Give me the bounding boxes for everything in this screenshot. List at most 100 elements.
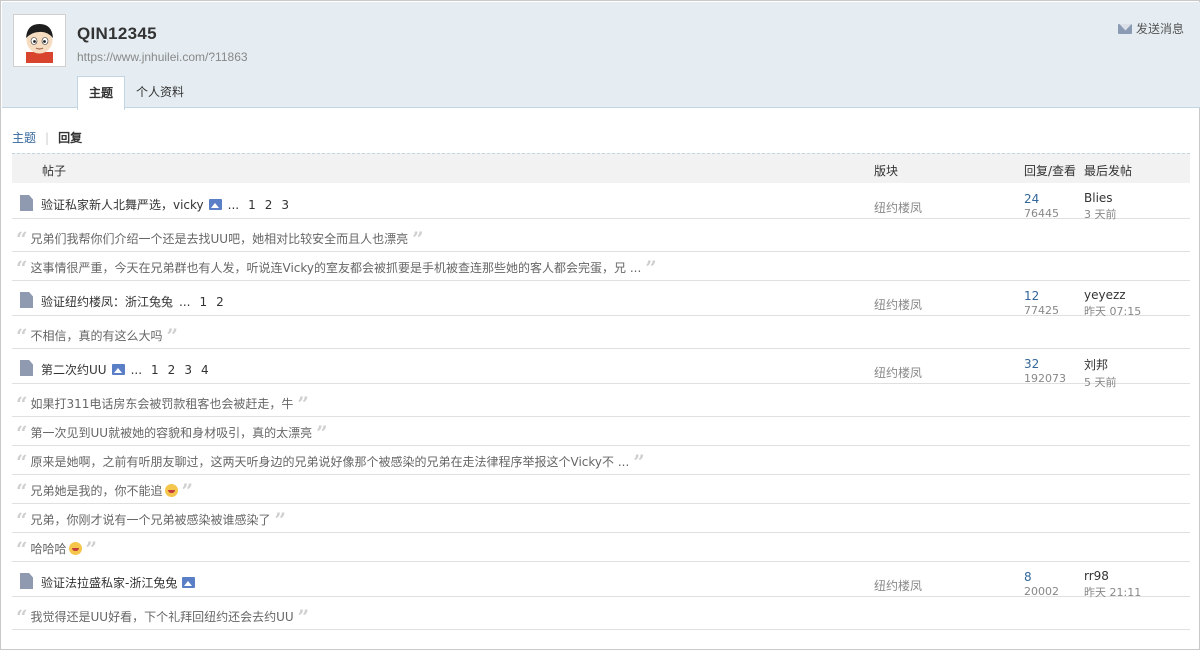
- reply-view-count: 12 77425: [1024, 289, 1059, 317]
- reply-quote-link[interactable]: “ 这事情很严重，今天在兄弟群也有人发，听说连Vicky的室友都会被抓要是手机被…: [16, 255, 657, 280]
- last-post-user[interactable]: Blies: [1084, 191, 1117, 205]
- tab-topics[interactable]: 主题: [77, 76, 126, 110]
- reply-row: “ 如果打311电话房东会被罚款租客也会被赶走，牛 ”: [12, 388, 1190, 417]
- quote-open-icon: “: [16, 420, 28, 445]
- quote-open-icon: “: [16, 226, 28, 251]
- quote-close-icon: ”: [316, 420, 328, 445]
- reply-row: “ 兄弟们我帮你们介绍一个还是去找UU吧，她相对比较安全而且人也漂亮 ”: [12, 223, 1190, 252]
- page-ellipsis: ...: [130, 362, 143, 377]
- laughing-emoji-icon: [68, 542, 82, 555]
- send-message-label: 发送消息: [1135, 22, 1184, 36]
- last-post-user[interactable]: rr98: [1084, 569, 1141, 583]
- page-link[interactable]: 3: [184, 363, 192, 377]
- reply-count[interactable]: 8: [1024, 570, 1059, 584]
- page-link[interactable]: 2: [168, 363, 176, 377]
- reply-count[interactable]: 32: [1024, 357, 1066, 371]
- quote-close-icon: ”: [297, 391, 309, 416]
- reply-row: “ 哈哈哈 ”: [12, 533, 1190, 562]
- thread-title-link[interactable]: 验证私家新人北舞严选，vicky: [41, 196, 204, 213]
- last-post-time: 3 天前: [1084, 208, 1117, 221]
- reply-view-count: 24 76445: [1024, 192, 1059, 220]
- quote-close-icon: ”: [274, 507, 287, 532]
- page-link[interactable]: 1: [151, 363, 159, 377]
- column-last-post: 最后发帖: [1084, 164, 1133, 178]
- last-post-info: Blies 3 天前: [1084, 191, 1117, 222]
- quote-open-icon: “: [16, 536, 28, 561]
- thread-title-link[interactable]: 验证法拉盛私家-浙江兔兔: [41, 574, 177, 591]
- table-header: 帖子 版块 回复/查看 最后发帖: [12, 153, 1190, 183]
- avatar[interactable]: [13, 14, 66, 67]
- reply-quote-text: 这事情很严重，今天在兄弟群也有人发，听说连Vicky的室友都会被抓要是手机被查连…: [30, 261, 642, 275]
- reply-quote-link[interactable]: “ 兄弟，你刚才说有一个兄弟被感染被谁感染了 ”: [16, 507, 287, 532]
- last-post-info: rr98 昨天 21:11: [1084, 569, 1141, 600]
- reply-quote-text: 兄弟们我帮你们介绍一个还是去找UU吧，她相对比较安全而且人也漂亮: [30, 232, 409, 246]
- thread-title: 验证法拉盛私家-浙江兔兔: [41, 574, 196, 591]
- reply-quote-link[interactable]: “ 不相信，真的有这么大吗 ”: [16, 326, 178, 346]
- reply-quote-text: 第一次见到UU就被她的容貌和身材吸引，真的太漂亮: [30, 426, 313, 440]
- reply-row: “ 这事情很严重，今天在兄弟群也有人发，听说连Vicky的室友都会被抓要是手机被…: [12, 252, 1190, 281]
- document-icon: [20, 360, 33, 376]
- reply-row: “ 兄弟，你刚才说有一个兄弟被感染被谁感染了 ”: [12, 504, 1190, 533]
- thread-title-link[interactable]: 第二次约UU: [41, 361, 107, 378]
- page-link[interactable]: 2: [216, 295, 224, 309]
- document-icon: [20, 292, 33, 308]
- reply-count[interactable]: 24: [1024, 192, 1059, 206]
- profile-username: QIN12345: [77, 24, 157, 43]
- subnav-replies-link[interactable]: 回复: [58, 129, 82, 146]
- view-count: 76445: [1024, 207, 1059, 220]
- reply-quote-link[interactable]: “ 如果打311电话房东会被罚款租客也会被赶走，牛 ”: [16, 391, 309, 416]
- page-link[interactable]: 2: [265, 198, 273, 212]
- view-count: 77425: [1024, 304, 1059, 317]
- quote-open-icon: “: [16, 507, 28, 532]
- reply-quote-link[interactable]: “ 兄弟她是我的，你不能追 ”: [16, 478, 193, 503]
- quote-open-icon: “: [16, 604, 28, 629]
- subnav: 主题 | 回复: [12, 129, 82, 146]
- thread-title: 验证纽约楼凤：浙江兔兔 ... 1 2: [41, 293, 224, 310]
- thread-title-link[interactable]: 验证纽约楼凤：浙江兔兔: [41, 293, 173, 310]
- reply-count[interactable]: 12: [1024, 289, 1059, 303]
- view-count: 192073: [1024, 372, 1066, 385]
- tab-profile-info[interactable]: 个人资料: [125, 76, 195, 109]
- reply-row: “ 第一次见到UU就被她的容貌和身材吸引，真的太漂亮 ”: [12, 417, 1190, 446]
- quote-open-icon: “: [16, 255, 28, 280]
- reply-quote-link[interactable]: “ 兄弟们我帮你们介绍一个还是去找UU吧，她相对比较安全而且人也漂亮 ”: [16, 226, 424, 251]
- page-frame: QIN12345 https://www.jnhuilei.com/?11863…: [0, 0, 1200, 650]
- last-post-user[interactable]: yeyezz: [1084, 288, 1141, 302]
- forum-link[interactable]: 纽约楼凤: [874, 364, 922, 381]
- profile-url[interactable]: https://www.jnhuilei.com/?11863: [77, 50, 248, 64]
- send-message-button[interactable]: 发送消息: [1117, 20, 1184, 37]
- forum-link[interactable]: 纽约楼凤: [874, 199, 922, 216]
- reply-quote-link[interactable]: “ 原来是她啊，之前有听朋友聊过，这两天听身边的兄弟说好像那个被感染的兄弟在走法…: [16, 449, 645, 474]
- column-forum: 版块: [874, 164, 899, 178]
- last-post-info: yeyezz 昨天 07:15: [1084, 288, 1141, 319]
- last-post-user[interactable]: 刘邦: [1084, 356, 1117, 373]
- reply-quote-link[interactable]: “ 哈哈哈 ”: [16, 536, 98, 561]
- reply-quote-text: 哈哈哈: [30, 542, 67, 556]
- reply-quote-link[interactable]: “ 第一次见到UU就被她的容貌和身材吸引，真的太漂亮 ”: [16, 420, 328, 445]
- page-link[interactable]: 3: [281, 198, 289, 212]
- page-link[interactable]: 1: [199, 295, 207, 309]
- subnav-topics-link[interactable]: 主题: [12, 129, 36, 146]
- table-row: 验证私家新人北舞严选，vicky ... 1 2 3 纽约楼凤 24 76445…: [12, 185, 1190, 222]
- reply-quote-link[interactable]: “ 我觉得还是UU好看，下个礼拜回纽约还会去约UU ”: [16, 604, 310, 629]
- avatar-cartoon-icon: [17, 18, 62, 63]
- table-row: 验证纽约楼凤：浙江兔兔 ... 1 2 纽约楼凤 12 77425 yeyezz…: [12, 282, 1190, 319]
- page-link[interactable]: 1: [248, 198, 256, 212]
- mail-icon: [1117, 23, 1132, 34]
- page-link[interactable]: 4: [201, 363, 209, 377]
- quote-open-icon: “: [16, 478, 28, 503]
- forum-link[interactable]: 纽约楼凤: [874, 577, 922, 594]
- reply-quote-text: 不相信，真的有这么大吗: [30, 329, 163, 343]
- reply-quote-text: 兄弟，你刚才说有一个兄弟被感染被谁感染了: [30, 513, 271, 527]
- forum-link[interactable]: 纽约楼凤: [874, 296, 922, 313]
- profile-header: QIN12345 https://www.jnhuilei.com/?11863…: [2, 2, 1200, 110]
- quote-close-icon: ”: [297, 604, 310, 629]
- reply-row: “ 我觉得还是UU好看，下个礼拜回纽约还会去约UU ”: [12, 601, 1190, 630]
- quote-open-icon: “: [16, 449, 28, 474]
- quote-open-icon: “: [16, 391, 28, 416]
- page-ellipsis: ...: [227, 197, 240, 212]
- quote-close-icon: ”: [85, 536, 98, 561]
- reply-quote-text: 我觉得还是UU好看，下个礼拜回纽约还会去约UU: [30, 610, 294, 624]
- reply-view-count: 32 192073: [1024, 357, 1066, 385]
- table-row: 第二次约UU ... 1 2 3 4 纽约楼凤 32 192073 刘邦 5 天…: [12, 350, 1190, 389]
